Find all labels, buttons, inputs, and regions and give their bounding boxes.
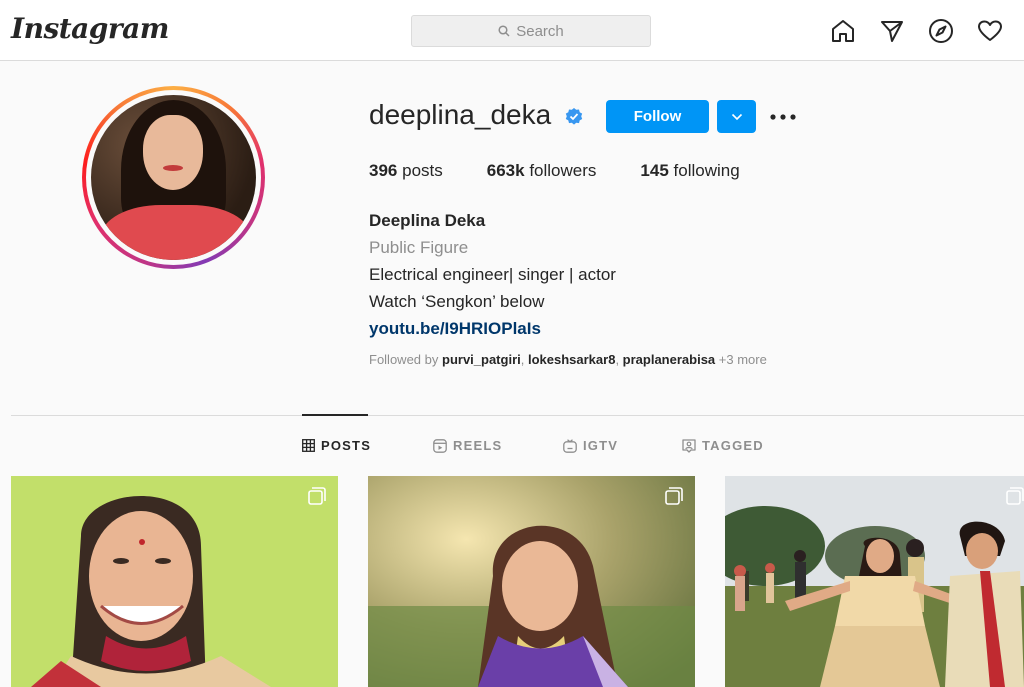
verified-badge-icon: [565, 108, 583, 125]
post-image: [11, 476, 338, 687]
post-image: [725, 476, 1024, 687]
search-box[interactable]: Search: [411, 15, 651, 47]
avatar: [91, 95, 256, 260]
followed-by-user[interactable]: praplanerabisa: [623, 352, 716, 367]
search-placeholder[interactable]: Search: [516, 23, 564, 40]
grid-icon: [302, 439, 315, 452]
igtv-icon: [563, 438, 577, 453]
followed-by-user[interactable]: purvi_patgiri: [442, 352, 521, 367]
top-nav-bar: Instagram Search: [0, 0, 1024, 61]
followed-by-line[interactable]: Followed by purvi_patgiri, lokeshsarkar8…: [369, 352, 767, 367]
tabs-divider: [11, 415, 1024, 416]
profile-avatar-story-ring[interactable]: [82, 86, 265, 269]
post-image: [368, 476, 695, 687]
post-thumbnail[interactable]: [11, 476, 338, 687]
bio-external-link[interactable]: youtu.be/I9HRIOPlaIs: [369, 315, 616, 342]
followed-by-user[interactable]: lokeshsarkar8: [528, 352, 615, 367]
suggested-accounts-dropdown-button[interactable]: [717, 100, 756, 133]
explore-compass-icon[interactable]: [927, 17, 955, 45]
active-tab-indicator: [302, 414, 368, 416]
tab-tagged[interactable]: TAGGED: [682, 438, 764, 453]
nav-icons: [829, 17, 1024, 45]
profile-bio: Deeplina Deka Public Figure Electrical e…: [369, 207, 616, 342]
search-icon: [498, 25, 510, 37]
tagged-icon: [682, 438, 696, 453]
tab-reels[interactable]: REELS: [433, 438, 502, 453]
bio-line-2: Watch ‘Sengkon’ below: [369, 292, 545, 311]
tab-igtv[interactable]: IGTV: [563, 438, 618, 453]
followers-count-stat[interactable]: 663k followers: [487, 161, 597, 181]
tab-posts[interactable]: POSTS: [302, 438, 371, 453]
following-count-stat[interactable]: 145 following: [640, 161, 739, 181]
instagram-logo[interactable]: Instagram: [11, 12, 169, 45]
profile-stats: 396 posts 663k followers 145 following: [369, 161, 784, 181]
home-icon[interactable]: [829, 17, 857, 45]
bio-line-1: Electrical engineer| singer | actor: [369, 265, 616, 284]
followed-by-more[interactable]: +3 more: [719, 352, 767, 367]
activity-heart-icon[interactable]: [976, 17, 1004, 45]
more-options-icon[interactable]: [769, 107, 797, 127]
post-thumbnail[interactable]: [368, 476, 695, 687]
carousel-multi-post-icon: [308, 487, 326, 505]
chevron-down-icon: [731, 113, 742, 120]
profile-username: deeplina_deka: [369, 99, 552, 130]
carousel-multi-post-icon: [1006, 487, 1024, 505]
follow-button[interactable]: Follow: [606, 100, 709, 133]
posts-count-stat: 396 posts: [369, 161, 443, 180]
carousel-multi-post-icon: [665, 487, 683, 505]
reels-icon: [433, 438, 447, 453]
profile-category: Public Figure: [369, 238, 469, 257]
profile-full-name: Deeplina Deka: [369, 211, 486, 230]
post-thumbnail[interactable]: [725, 476, 1024, 687]
direct-send-icon[interactable]: [878, 17, 906, 45]
